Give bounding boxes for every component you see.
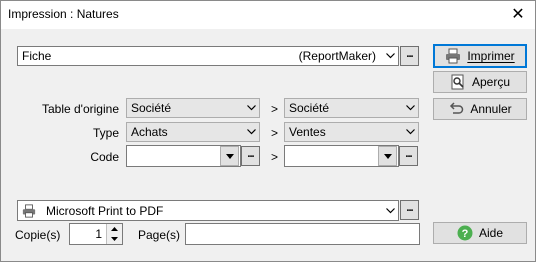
undo-arrow-icon	[448, 101, 464, 117]
type-to-select[interactable]: Ventes	[284, 122, 419, 142]
printer-select-value: Microsoft Print to PDF	[46, 203, 164, 218]
cancel-button-label: Annuler	[470, 102, 512, 116]
chevron-down-icon	[382, 47, 398, 65]
report-engine-label: (ReportMaker)	[298, 49, 376, 63]
help-button[interactable]: ? Aide	[433, 222, 527, 244]
cancel-button[interactable]: Annuler	[433, 98, 527, 120]
type-label: Type	[92, 126, 119, 140]
close-icon: ✕	[511, 6, 525, 23]
report-select[interactable]: Fiche (ReportMaker)	[17, 46, 399, 66]
caret-down-icon	[383, 153, 392, 159]
type-from-select[interactable]: Achats	[126, 122, 260, 142]
chevron-down-icon	[243, 99, 259, 117]
pages-input[interactable]	[185, 223, 420, 245]
copies-spin-arrows[interactable]	[106, 224, 122, 244]
printer-icon	[445, 48, 461, 64]
spin-down-icon[interactable]	[107, 234, 122, 244]
code-label: Code	[90, 150, 119, 164]
printer-icon	[22, 203, 40, 218]
print-button-label: Imprimer	[467, 49, 515, 63]
chevron-down-icon	[382, 202, 398, 220]
report-select-value: Fiche	[22, 49, 52, 63]
printer-select[interactable]: Microsoft Print to PDF	[17, 200, 399, 221]
help-button-label: Aide	[478, 226, 504, 240]
caret-down-icon	[225, 153, 234, 159]
chevron-down-icon	[402, 99, 418, 117]
print-dialog: Impression : Natures ✕ Fiche (ReportMake…	[0, 0, 536, 262]
origin-table-from-select[interactable]: Société	[126, 98, 260, 118]
pages-label: Page(s)	[138, 228, 181, 242]
preview-icon	[450, 74, 466, 90]
close-button[interactable]: ✕	[505, 3, 531, 25]
help-icon: ?	[457, 225, 473, 241]
origin-table-label: Table d'origine	[41, 102, 119, 116]
preview-button-label: Aperçu	[471, 75, 511, 89]
copies-value: 1	[95, 227, 102, 241]
title-bar: Impression : Natures ✕	[1, 1, 535, 29]
chevron-down-icon	[402, 123, 418, 141]
copies-label: Copie(s)	[15, 228, 61, 242]
origin-table-range-separator: >	[271, 102, 279, 116]
type-range-separator: >	[271, 126, 279, 140]
svg-text:?: ?	[462, 228, 469, 240]
report-browse-button[interactable]: ...	[400, 46, 419, 66]
code-to-dropdown-button[interactable]	[378, 146, 397, 166]
chevron-down-icon	[243, 123, 259, 141]
printer-browse-button[interactable]: ...	[400, 200, 419, 220]
code-from-dropdown-button[interactable]	[220, 146, 239, 166]
window-title: Impression : Natures	[8, 7, 119, 21]
code-to-browse-button[interactable]: ...	[399, 146, 418, 166]
code-range-separator: >	[271, 150, 279, 164]
code-from-browse-button[interactable]: ...	[241, 146, 260, 166]
print-button[interactable]: Imprimer	[433, 44, 527, 68]
origin-table-to-select[interactable]: Société	[284, 98, 419, 118]
spin-up-icon[interactable]	[107, 224, 122, 234]
preview-button[interactable]: Aperçu	[433, 71, 527, 93]
